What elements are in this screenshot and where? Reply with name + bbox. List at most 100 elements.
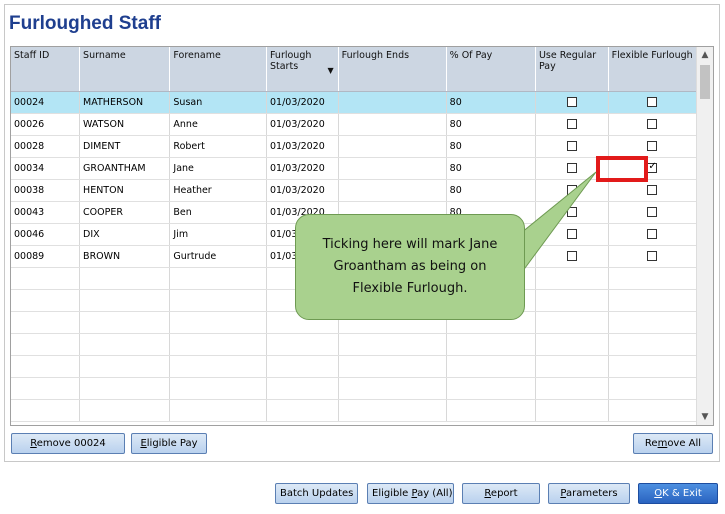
surname-cell[interactable]: BROWN xyxy=(79,245,171,268)
furlough-ends-cell[interactable] xyxy=(338,135,447,158)
furlough-ends-cell[interactable] xyxy=(338,91,447,114)
scroll-up-icon[interactable]: ▲ xyxy=(697,47,713,63)
col-header-forename[interactable]: Forename xyxy=(169,47,267,92)
col-header-furlough-starts[interactable]: Furlough Starts ▼ xyxy=(266,47,339,92)
eligible-pay-all-button[interactable]: Eligible Pay (All) xyxy=(367,483,454,504)
empty-cell xyxy=(608,333,698,356)
remove-all-button[interactable]: Remove All xyxy=(633,433,713,454)
empty-cell xyxy=(11,311,81,334)
vertical-scrollbar[interactable]: ▲ ▼ xyxy=(696,47,713,425)
empty-cell xyxy=(535,311,609,334)
pay-percent-cell[interactable]: 80 xyxy=(446,135,536,158)
empty-row xyxy=(11,355,698,378)
table-row[interactable]: 00028 DIMENT Robert 01/03/2020 80 xyxy=(11,135,698,158)
col-header-use-regular-pay[interactable]: Use Regular Pay xyxy=(535,47,609,92)
pay-percent-cell[interactable]: 80 xyxy=(446,113,536,136)
col-header-surname[interactable]: Surname xyxy=(79,47,171,92)
batch-updates-button[interactable]: Batch Updates xyxy=(275,483,358,504)
col-header-staff-id[interactable]: Staff ID xyxy=(11,47,81,92)
use-regular-pay-checkbox[interactable] xyxy=(566,163,577,173)
furlough-ends-cell[interactable] xyxy=(338,179,447,202)
surname-cell[interactable]: GROANTHAM xyxy=(79,157,171,180)
pay-percent-cell[interactable]: 80 xyxy=(446,157,536,180)
empty-cell xyxy=(535,377,609,400)
flexible-furlough-checkbox[interactable] xyxy=(647,229,658,239)
staff-id-cell[interactable]: 00038 xyxy=(11,179,81,202)
staff-id-cell[interactable]: 00034 xyxy=(11,157,81,180)
parameters-button[interactable]: Parameters xyxy=(548,483,630,504)
surname-cell[interactable]: WATSON xyxy=(79,113,171,136)
surname-cell[interactable]: COOPER xyxy=(79,201,171,224)
surname-cell[interactable]: DIX xyxy=(79,223,171,246)
staff-id-cell[interactable]: 00026 xyxy=(11,113,81,136)
ok-exit-button[interactable]: OK & Exit xyxy=(638,483,718,504)
eligible-pay-button[interactable]: Eligible Pay xyxy=(131,433,207,454)
remove-selected-button[interactable]: Remove 00024 xyxy=(11,433,125,454)
surname-cell[interactable]: DIMENT xyxy=(79,135,171,158)
pay-percent-cell[interactable]: 80 xyxy=(446,179,536,202)
flexible-furlough-checkbox[interactable] xyxy=(647,207,658,217)
furlough-starts-cell[interactable]: 01/03/2020 xyxy=(266,179,339,202)
use-regular-pay-checkbox[interactable] xyxy=(566,207,577,217)
staff-id-cell[interactable]: 00046 xyxy=(11,223,81,246)
forename-cell[interactable]: Jim xyxy=(169,223,267,246)
empty-cell xyxy=(11,267,81,290)
use-regular-pay-checkbox-cell xyxy=(535,245,609,268)
flexible-furlough-checkbox[interactable] xyxy=(647,97,658,107)
staff-id-cell[interactable]: 00089 xyxy=(11,245,81,268)
forename-cell[interactable]: Gurtrude xyxy=(169,245,267,268)
flexible-furlough-checkbox-cell xyxy=(608,91,698,114)
furlough-ends-cell[interactable] xyxy=(338,113,447,136)
staff-id-cell[interactable]: 00024 xyxy=(11,91,81,114)
table-row[interactable]: 00026 WATSON Anne 01/03/2020 80 xyxy=(11,113,698,136)
furlough-starts-cell[interactable]: 01/03/2020 xyxy=(266,135,339,158)
pay-percent-cell[interactable]: 80 xyxy=(446,91,536,114)
flexible-furlough-checkbox-cell xyxy=(608,245,698,268)
surname-cell[interactable]: MATHERSON xyxy=(79,91,171,114)
col-header-flexible-furlough[interactable]: Flexible Furlough xyxy=(608,47,698,92)
flexible-furlough-checkbox[interactable] xyxy=(647,251,658,261)
furlough-starts-cell[interactable]: 01/03/2020 xyxy=(266,113,339,136)
forename-cell[interactable]: Jane xyxy=(169,157,267,180)
scroll-thumb[interactable] xyxy=(700,65,710,99)
use-regular-pay-checkbox[interactable] xyxy=(566,97,577,107)
furlough-starts-cell[interactable]: 01/03/2020 xyxy=(266,91,339,114)
callout-text: Ticking here will mark Jane Groantham as… xyxy=(322,237,498,296)
empty-cell xyxy=(446,355,536,378)
flexible-furlough-checkbox[interactable] xyxy=(647,119,658,129)
staff-id-cell[interactable]: 00028 xyxy=(11,135,81,158)
scroll-down-icon[interactable]: ▼ xyxy=(697,409,713,425)
empty-cell xyxy=(169,399,267,422)
empty-cell xyxy=(446,333,536,356)
empty-cell xyxy=(79,333,171,356)
furlough-ends-cell[interactable] xyxy=(338,157,447,180)
table-row[interactable]: 00024 MATHERSON Susan 01/03/2020 80 xyxy=(11,91,698,114)
use-regular-pay-checkbox[interactable] xyxy=(566,229,577,239)
table-row[interactable]: 00038 HENTON Heather 01/03/2020 80 xyxy=(11,179,698,202)
use-regular-pay-checkbox[interactable] xyxy=(566,251,577,261)
flexible-furlough-checkbox[interactable] xyxy=(647,141,658,151)
forename-cell[interactable]: Anne xyxy=(169,113,267,136)
empty-cell xyxy=(608,289,698,312)
forename-cell[interactable]: Robert xyxy=(169,135,267,158)
flexible-furlough-checkbox-cell xyxy=(608,179,698,202)
staff-id-cell[interactable]: 00043 xyxy=(11,201,81,224)
surname-cell[interactable]: HENTON xyxy=(79,179,171,202)
use-regular-pay-checkbox[interactable] xyxy=(566,185,577,195)
empty-row xyxy=(11,377,698,400)
report-button[interactable]: Report xyxy=(462,483,540,504)
forename-cell[interactable]: Susan xyxy=(169,91,267,114)
col-header-furlough-ends[interactable]: Furlough Ends xyxy=(338,47,447,92)
empty-cell xyxy=(535,333,609,356)
flexible-furlough-checkbox[interactable] xyxy=(647,185,658,195)
use-regular-pay-checkbox[interactable] xyxy=(566,119,577,129)
flexible-furlough-checkbox-cell xyxy=(608,113,698,136)
forename-cell[interactable]: Heather xyxy=(169,179,267,202)
col-header-pay-percent[interactable]: % Of Pay xyxy=(446,47,536,92)
empty-cell xyxy=(535,289,609,312)
table-row[interactable]: 00034 GROANTHAM Jane 01/03/2020 80 xyxy=(11,157,698,180)
flexible-furlough-checkbox[interactable] xyxy=(647,161,658,173)
use-regular-pay-checkbox[interactable] xyxy=(566,141,577,151)
forename-cell[interactable]: Ben xyxy=(169,201,267,224)
furlough-starts-cell[interactable]: 01/03/2020 xyxy=(266,157,339,180)
